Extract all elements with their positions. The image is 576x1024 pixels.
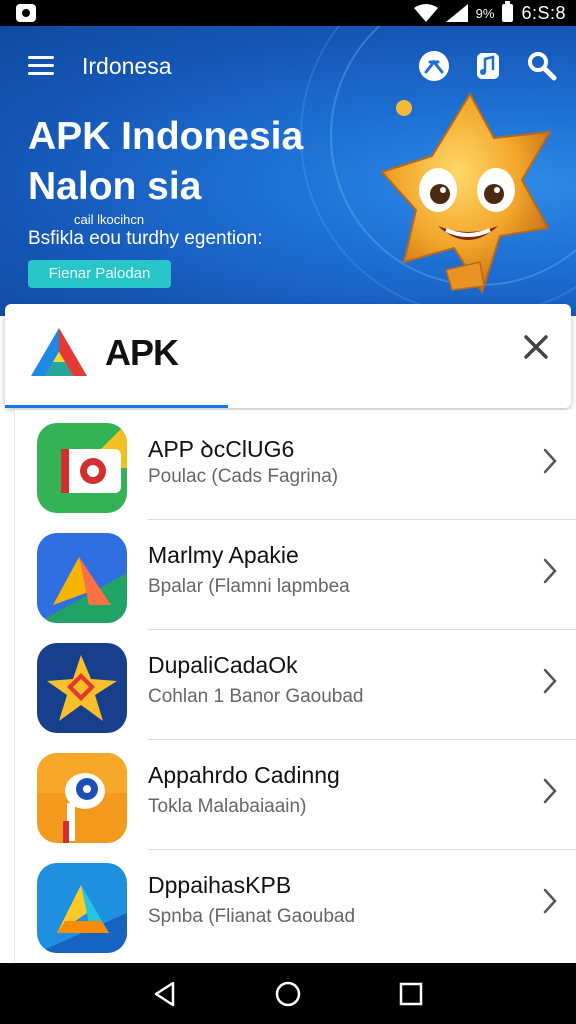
app-title: APP ꝺᴄClUG6 [148, 436, 295, 462]
list-item[interactable]: DppaihasKPB Spnba (Flianat Gaoubad [15, 850, 576, 960]
app-five-icon [37, 863, 127, 953]
home-icon[interactable] [274, 980, 302, 1008]
hero-title-line-1: APK Indonesia [28, 115, 304, 158]
tools-icon[interactable] [418, 50, 450, 82]
hero-cta-button[interactable]: Fienar Palodan [28, 260, 171, 288]
battery-icon [502, 1, 514, 22]
back-icon[interactable] [151, 980, 179, 1008]
hero-title: APK Indonesia Nalon sia [28, 112, 358, 212]
search-icon[interactable] [526, 50, 558, 82]
hero-subtitle: Bsfikla eou turdhy egention: [28, 228, 263, 249]
navigation-bar [0, 963, 576, 1024]
status-bar: 9% 6:S:8 [0, 0, 576, 26]
chevron-right-icon [543, 448, 557, 474]
list-item[interactable]: DupaliCadaOk Cohlan 1 Banor Gaoubad [15, 630, 576, 740]
location-label[interactable]: Irdonesa [82, 53, 172, 80]
list-item[interactable]: Marlmy Apakie Bpalar (Flamni lapmbea [15, 520, 576, 630]
search-card: APK [5, 304, 571, 408]
app-title: Marlmy Apakie [148, 542, 299, 568]
app-subtitle: Bpalar (Flamni lapmbea [148, 576, 350, 597]
app-subtitle: Tokla Malabaiaain) [148, 796, 307, 817]
app-list: APP ꝺᴄClUG6 Poulac (Cads Fagrina) Marlmy… [14, 410, 576, 963]
search-input[interactable]: APK [105, 332, 179, 374]
status-indicators: 9% 6:S:8 [413, 1, 566, 23]
chevron-right-icon [543, 558, 557, 584]
clock: 6:S:8 [521, 2, 566, 23]
list-item[interactable]: Appahrdo Cadinng Tokla Malabaiaain) [15, 740, 576, 850]
app-title: DppaihasKPB [148, 872, 292, 898]
app-four-icon [37, 753, 127, 843]
chevron-right-icon [543, 888, 557, 914]
notification-icon [16, 4, 36, 22]
app-subtitle: Cohlan 1 Banor Gaoubad [148, 686, 364, 707]
app-subtitle: Spnba (Flianat Gaoubad [148, 906, 356, 927]
recents-icon[interactable] [397, 980, 425, 1008]
app-title: DupaliCadaOk [148, 652, 298, 678]
chevron-right-icon [543, 668, 557, 694]
music-icon[interactable] [472, 50, 504, 82]
battery-percent: 9% [475, 5, 495, 21]
chevron-right-icon [543, 778, 557, 804]
hero-subtitle-small: cail lkocihcn [74, 212, 145, 227]
menu-icon[interactable] [28, 56, 54, 76]
list-item[interactable]: APP ꝺᴄClUG6 Poulac (Cads Fagrina) [15, 410, 576, 520]
app-one-icon [37, 423, 127, 513]
mascot-star-icon [380, 92, 552, 295]
app-three-icon [37, 643, 127, 733]
hero-banner: Irdonesa APK Indonesia Nalon sia cail lk… [0, 26, 576, 316]
close-icon[interactable] [521, 332, 551, 362]
app-two-icon [37, 533, 127, 623]
signal-icon [445, 4, 468, 22]
search-progress-underline [5, 405, 228, 408]
apk-logo-icon [31, 328, 87, 376]
app-subtitle: Poulac (Cads Fagrina) [148, 466, 339, 487]
wifi-icon [413, 4, 438, 22]
hero-title-line-2: Nalon sia [28, 165, 202, 208]
app-title: Appahrdo Cadinng [148, 762, 340, 788]
